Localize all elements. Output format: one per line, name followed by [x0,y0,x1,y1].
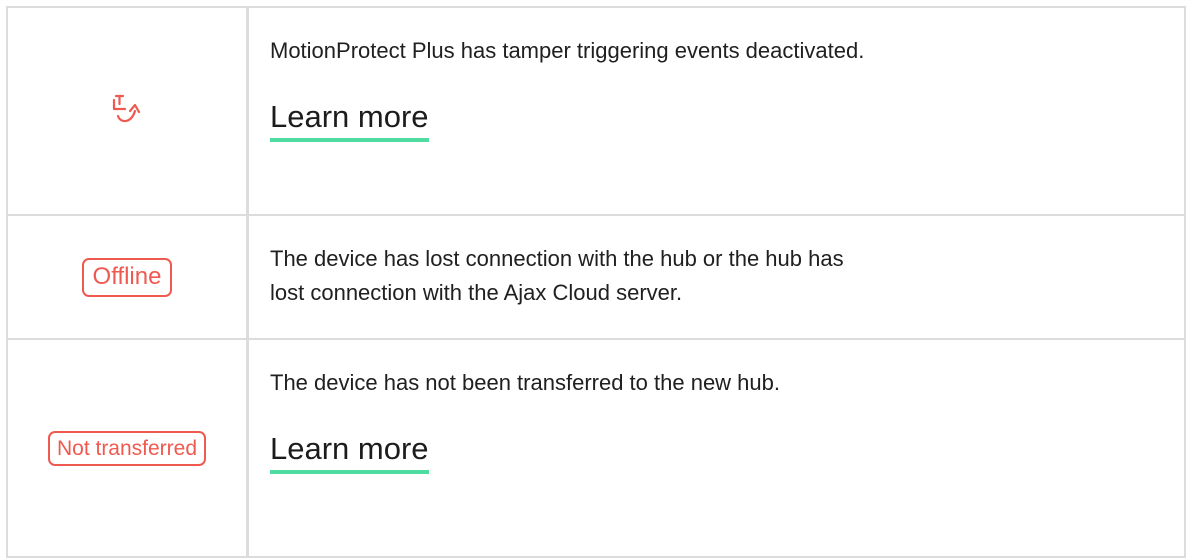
learn-more-link[interactable]: Learn more [270,430,429,474]
description-cell: The device has lost connection with the … [270,242,1144,310]
badge-cell: Not transferred [8,340,246,556]
column-divider [246,340,249,556]
column-divider [246,216,249,338]
tamper-deactivated-icon [107,91,147,131]
table-row: Offline The device has lost connection w… [8,214,1184,338]
table-row: Not transferred The device has not been … [8,338,1184,556]
table-row: MotionProtect Plus has tamper triggering… [8,8,1184,214]
description-cell: The device has not been transferred to t… [270,366,1144,474]
status-table: MotionProtect Plus has tamper triggering… [6,6,1186,558]
learn-more-link[interactable]: Learn more [270,98,429,142]
row-description: The device has not been transferred to t… [270,370,780,395]
not-transferred-badge: Not transferred [47,430,207,466]
icon-cell [8,8,246,214]
description-cell: MotionProtect Plus has tamper triggering… [270,34,1144,142]
row-description: MotionProtect Plus has tamper triggering… [270,38,865,63]
badge-cell: Offline [8,216,246,338]
offline-badge: Offline [81,257,173,297]
column-divider [246,8,249,214]
row-description: The device has lost connection with the … [270,246,844,305]
